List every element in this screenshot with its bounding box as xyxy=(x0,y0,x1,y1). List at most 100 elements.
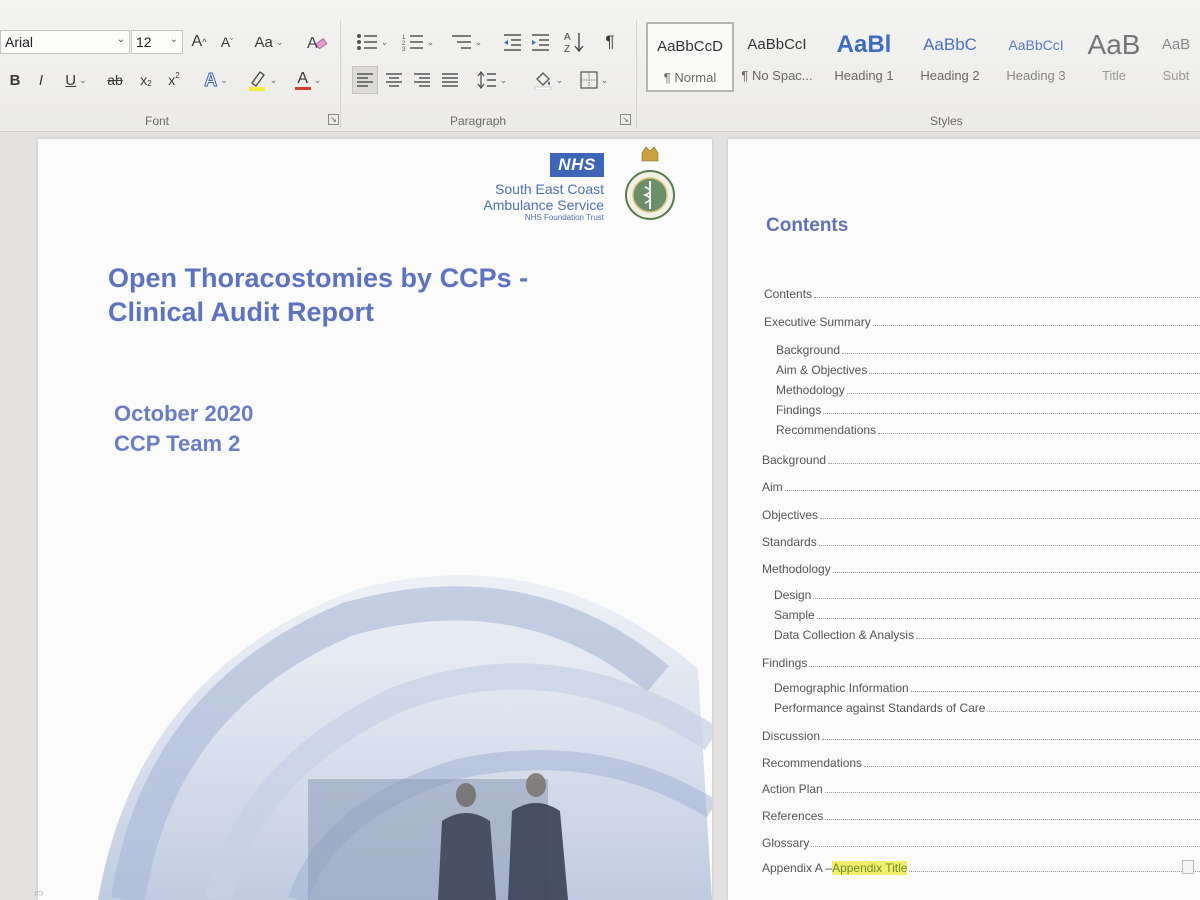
bold-button[interactable]: B xyxy=(4,68,26,92)
increase-indent-icon xyxy=(532,34,549,51)
toc-entry[interactable]: Executive Summary xyxy=(764,315,1200,329)
cover-page[interactable]: NHS South East Coast Ambulance Service N… xyxy=(38,139,712,900)
italic-button[interactable]: I xyxy=(30,68,52,92)
toc-entry[interactable]: Demographic Information xyxy=(774,681,1200,695)
text-effects-button[interactable]: A ⌄ xyxy=(196,68,236,92)
chevron-down-icon: ⌄ xyxy=(116,34,125,45)
bullets-button[interactable]: ⌄ xyxy=(352,30,392,54)
font-size-value: 12 xyxy=(136,34,152,50)
font-color-swatch xyxy=(294,86,311,90)
paragraph-dialog-launcher[interactable]: ↘ xyxy=(620,114,631,125)
font-color-button[interactable]: A ⌄ xyxy=(288,68,328,92)
style-heading-2[interactable]: AaBbC Heading 2 xyxy=(908,22,992,92)
styles-gallery: AaBbCcD ¶ Normal AaBbCcI ¶ No Spac... Aa… xyxy=(646,22,1200,92)
toc-entry-text: Executive Summary xyxy=(764,315,871,329)
style-name: Title xyxy=(1101,68,1127,83)
italic-label: I xyxy=(38,71,44,89)
align-left-button[interactable] xyxy=(352,66,378,94)
style-name: ¶ Normal xyxy=(663,70,717,85)
shading-button[interactable]: ⌄ xyxy=(528,68,568,92)
align-right-button[interactable] xyxy=(410,68,434,92)
font-size-combo[interactable]: 12 ⌄ xyxy=(131,30,183,54)
org-line-3: NHS Foundation Trust xyxy=(524,213,604,222)
style-normal[interactable]: AaBbCcD ¶ Normal xyxy=(646,22,734,92)
toc-entry[interactable]: Sample xyxy=(774,608,1200,622)
toc-entry[interactable]: Background xyxy=(776,343,1200,357)
toc-entry-text: Objectives xyxy=(762,508,819,522)
style-heading-1[interactable]: AaBl Heading 1 xyxy=(822,22,906,92)
toc-entry[interactable]: Appendix A – Appendix Title xyxy=(762,861,1200,875)
align-left-icon xyxy=(357,73,373,87)
toc-entry-text: Findings xyxy=(776,403,822,417)
styles-group-label: Styles xyxy=(930,114,963,128)
style-name: Heading 1 xyxy=(834,68,894,83)
paragraph-group-label: Paragraph xyxy=(450,114,507,128)
toc-leader-dots xyxy=(813,589,1200,599)
toc-entry[interactable]: Methodology xyxy=(762,562,1200,576)
contents-page[interactable]: Contents Contents Executive Summary Backgr… xyxy=(728,139,1200,900)
toc-entry[interactable]: Methodology xyxy=(776,383,1200,397)
superscript-button[interactable]: x2 xyxy=(162,68,186,92)
toc-entry[interactable]: Findings xyxy=(762,656,1200,670)
superscript-label: x xyxy=(168,72,176,88)
toc-entry-text: Performance against Standards of Care xyxy=(774,701,986,715)
shrink-font-button[interactable]: Aˇ xyxy=(216,30,238,54)
line-spacing-button[interactable]: ⌄ xyxy=(472,68,512,92)
toc-entry[interactable]: Objectives xyxy=(762,508,1200,522)
change-case-button[interactable]: Aa ⌄ xyxy=(250,30,288,54)
clear-formatting-button[interactable]: A xyxy=(304,30,330,54)
toc-leader-dots xyxy=(987,702,1200,712)
font-name-value: Arial xyxy=(5,34,34,50)
style-sample: AaBbCcI xyxy=(1008,37,1064,53)
font-dialog-launcher[interactable]: ↘ xyxy=(328,114,339,125)
toc-entry[interactable]: Action Plan xyxy=(762,782,1200,796)
show-formatting-button[interactable]: ¶ xyxy=(598,30,622,54)
style-heading-3[interactable]: AaBbCcI Heading 3 xyxy=(994,22,1078,92)
shrink-font-label: A xyxy=(220,34,231,50)
toc-leader-dots xyxy=(909,862,1200,872)
highlighter-icon xyxy=(248,71,265,91)
toc-entry[interactable]: Aim xyxy=(762,480,1200,494)
font-name-combo[interactable]: Arial ⌄ xyxy=(0,30,130,54)
toc-entry[interactable]: Findings xyxy=(776,403,1200,417)
toc-entry[interactable]: Standards xyxy=(762,535,1200,549)
toc-entry[interactable]: Background xyxy=(762,453,1200,467)
toc-entry[interactable]: Data Collection & Analysis xyxy=(774,628,1200,642)
toc-entry[interactable]: References xyxy=(762,809,1200,823)
toc-leader-dots xyxy=(824,783,1200,793)
align-center-button[interactable] xyxy=(382,68,406,92)
grow-font-label: A xyxy=(191,33,203,50)
toc-leader-dots xyxy=(864,757,1200,767)
toc-entry[interactable]: Aim & Objectives xyxy=(776,363,1200,377)
org-line-1: South East Coast xyxy=(495,181,604,197)
toc-entry[interactable]: Performance against Standards of Care xyxy=(774,701,1200,715)
underline-button[interactable]: U ⌄ xyxy=(56,68,96,92)
toc-entry[interactable]: Discussion xyxy=(762,729,1200,743)
style-no-spacing[interactable]: AaBbCcI ¶ No Spac... xyxy=(736,22,818,92)
align-right-icon xyxy=(414,73,430,87)
justify-button[interactable] xyxy=(438,68,462,92)
toc-entry[interactable]: Glossary xyxy=(762,836,1200,850)
sort-button[interactable]: A Z xyxy=(562,28,586,56)
numbering-button[interactable]: 123 ⌄ xyxy=(398,30,438,54)
document-canvas[interactable]: NHS South East Coast Ambulance Service N… xyxy=(0,133,1200,900)
svg-text:Z: Z xyxy=(564,44,570,54)
strikethrough-button[interactable]: ab xyxy=(102,68,128,92)
grow-font-button[interactable]: A ^ xyxy=(188,30,210,54)
toc-entry[interactable]: Recommendations xyxy=(762,756,1200,770)
borders-button[interactable]: ⌄ xyxy=(574,68,614,92)
toc-leader-dots xyxy=(809,657,1200,667)
toc-entry[interactable]: Design xyxy=(774,588,1200,602)
subscript-button[interactable]: x2 xyxy=(134,68,158,92)
toc-leader-dots xyxy=(910,682,1200,692)
increase-indent-button[interactable] xyxy=(528,30,552,54)
highlight-color-button[interactable]: ⌄ xyxy=(242,68,282,92)
toc-entry[interactable]: Contents xyxy=(764,287,1200,301)
toc-entry[interactable]: Recommendations xyxy=(776,423,1200,437)
decrease-indent-button[interactable] xyxy=(500,30,524,54)
toc-leader-dots xyxy=(820,509,1200,519)
ribbon: Arial ⌄ 12 ⌄ A ^ Aˇ Aa ⌄ A B I U ⌄ ab x2 x2… xyxy=(0,0,1200,132)
style-title[interactable]: AaB Title xyxy=(1080,22,1148,92)
style-subtitle[interactable]: AaB Subt xyxy=(1152,22,1200,92)
multilevel-list-button[interactable]: ⌄ xyxy=(446,30,486,54)
